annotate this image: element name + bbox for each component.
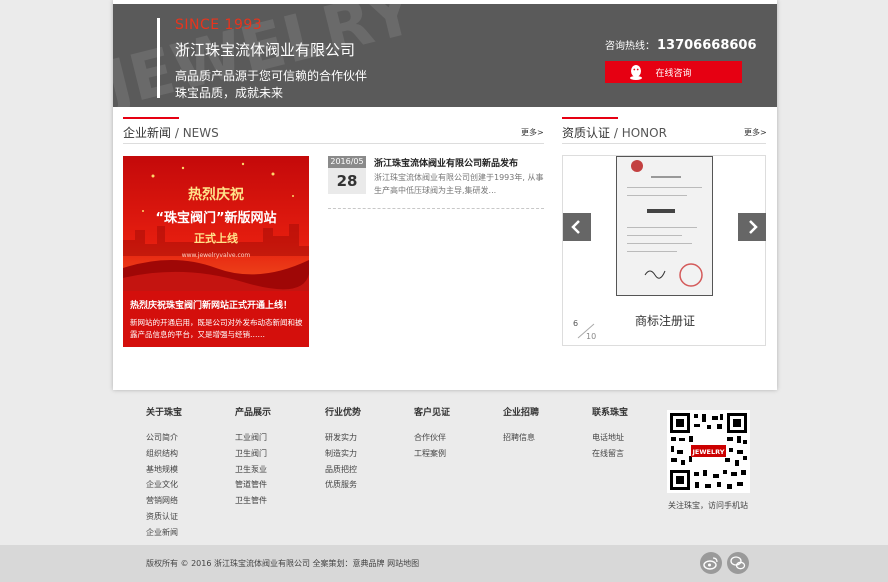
footer-link[interactable]: 在线留言 (592, 446, 628, 462)
company-name: 浙江珠宝流体阀业有限公司 (175, 41, 356, 59)
qq-penguin-icon (630, 65, 642, 80)
news-date-year-month: 2016/05 (328, 156, 366, 168)
slogan-line-1: 高品质产品源于您可信赖的合作伙伴 (175, 69, 368, 83)
footer-link[interactable]: 工业阀门 (235, 430, 271, 446)
slogan-line-2: 珠宝品质，成就未来 (175, 86, 284, 100)
news-item-title[interactable]: 浙江珠宝流体阀业有限公司新品发布 (374, 156, 518, 169)
footer-link[interactable]: 卫生管件 (235, 493, 271, 509)
footer-link[interactable]: 研发实力 (325, 430, 361, 446)
news-banner-graphic: 热烈庆祝 “珠宝阀门”新版网站 正式上线 www.jewelryvalve.co… (123, 162, 309, 291)
footer-link[interactable]: 招聘信息 (503, 430, 539, 446)
news-date-badge: 2016/05 28 (328, 156, 366, 194)
news-more-link[interactable]: 更多> (521, 127, 544, 138)
footer-link[interactable]: 制造实力 (325, 446, 361, 462)
news-item-divider (328, 208, 544, 209)
news-section-title: 企业新闻 / NEWS (123, 117, 219, 141)
footer-heading: 产品展示 (235, 408, 272, 418)
qr-center-label: JEWELRY (692, 448, 725, 456)
news-image-url: www.jewelryvalve.com (182, 252, 251, 259)
footer-link[interactable]: 企业文化 (146, 477, 182, 493)
footer-heading: 行业优势 (325, 408, 362, 418)
footer-link[interactable]: 营销网络 (146, 493, 182, 509)
footer-link[interactable]: 卫生泵业 (235, 462, 271, 478)
footer-link[interactable]: 优质服务 (325, 477, 361, 493)
chevron-right-icon (749, 220, 758, 234)
copyright-text: 版权所有 © 2016 浙江珠宝流体阀业有限公司 全案策划：意典品牌 网站地图 (146, 559, 420, 568)
honor-next-button[interactable] (738, 213, 766, 241)
footer-link[interactable]: 资质认证 (146, 509, 182, 525)
news-image-headline-3: 正式上线 (194, 231, 238, 245)
trademark-certificate-image[interactable] (616, 156, 713, 296)
news-caption-title: 热烈庆祝珠宝阀门新网站正式开通上线！ (130, 301, 293, 311)
honor-title-sep: / (610, 126, 622, 140)
news-image-headline-2: “珠宝阀门”新版网站 (155, 210, 276, 226)
qr-code-graphic: JEWELRY (670, 413, 747, 490)
honor-title-en: HONOR (621, 126, 667, 140)
honor-title-accent (562, 117, 618, 119)
news-title-rule (123, 143, 544, 144)
news-title-cn: 企业新闻 (123, 126, 172, 140)
footer-link[interactable]: 组织结构 (146, 446, 182, 462)
footer-col-clients: 客户见证 合作伙伴 工程案例 (414, 405, 450, 462)
honor-more-link[interactable]: 更多> (744, 127, 767, 138)
footer-col-about: 关于珠宝 公司简介 组织结构 基地规模 企业文化 营销网络 资质认证 企业新闻 (146, 405, 182, 541)
weibo-button[interactable] (700, 552, 722, 574)
footer-heading: 客户见证 (414, 408, 451, 418)
news-title-accent (123, 117, 179, 119)
news-image-headline-1: 热烈庆祝 (188, 186, 244, 203)
footer-col-products: 产品展示 工业阀门 卫生阀门 卫生泵业 管道管件 卫生管件 (235, 405, 271, 509)
qr-code: JEWELRY (667, 410, 750, 493)
chevron-left-icon (571, 220, 580, 234)
news-date-day: 28 (336, 172, 358, 190)
copyright-bar: 版权所有 © 2016 浙江珠宝流体阀业有限公司 全案策划：意典品牌 网站地图 (0, 545, 888, 582)
footer-col-advantages: 行业优势 研发实力 制造实力 品质把控 优质服务 (325, 405, 361, 493)
footer-link[interactable]: 公司简介 (146, 430, 182, 446)
honor-page-total: 10 (586, 332, 597, 341)
certificate-graphic (627, 160, 703, 287)
hotline-number: 13706668606 (657, 38, 757, 53)
footer-heading: 企业招聘 (503, 408, 540, 418)
since-year: SINCE 1993 (175, 17, 263, 33)
header-banner: JEWELRY SINCE 1993 浙江珠宝流体阀业有限公司 高品质产品源于您… (113, 4, 777, 107)
online-consult-button[interactable]: 在线咨询 (605, 61, 742, 83)
footer-link[interactable]: 管道管件 (235, 477, 271, 493)
honor-slider: 6 10 商标注册证 (562, 155, 766, 346)
footer-heading: 关于珠宝 (146, 408, 183, 418)
hotline-label: 咨询热线： (605, 41, 655, 52)
footer-link[interactable]: 电话地址 (592, 430, 628, 446)
honor-prev-button[interactable] (563, 213, 591, 241)
footer-link[interactable]: 品质把控 (325, 462, 361, 478)
footer-link[interactable]: 基地规模 (146, 462, 182, 478)
honor-section-title: 资质认证 / HONOR (562, 117, 667, 141)
honor-title-cn: 资质认证 (562, 126, 611, 140)
qr-caption: 关注珠宝，访问手机站 (668, 501, 748, 510)
footer-col-contact: 联系珠宝 电话地址 在线留言 (592, 405, 628, 462)
hotline: 咨询热线： 13706668606 (605, 37, 757, 53)
news-title-en: NEWS (182, 126, 219, 140)
wechat-icon (730, 556, 746, 570)
news-caption-desc: 新网站的开通启用，既是公司对外发布动态新闻和披露产品信息的平台，又是增强与经销…… (130, 318, 303, 339)
news-title-sep: / (171, 126, 183, 140)
footer-col-careers: 企业招聘 招聘信息 (503, 405, 539, 446)
main-container: JEWELRY SINCE 1993 浙江珠宝流体阀业有限公司 高品质产品源于您… (113, 0, 777, 390)
honor-title-rule (562, 143, 766, 144)
footer-heading: 联系珠宝 (592, 408, 629, 418)
news-item-summary: 浙江珠宝流体阀业有限公司创建于1993年, 从事生产高中低压球阀为主导,集研发.… (374, 173, 544, 195)
weibo-icon (703, 557, 718, 570)
footer-link[interactable]: 工程案例 (414, 446, 450, 462)
wechat-button[interactable] (727, 552, 749, 574)
online-consult-label: 在线咨询 (655, 68, 692, 79)
footer-link[interactable]: 卫生阀门 (235, 446, 271, 462)
honor-caption: 商标注册证 (634, 314, 695, 328)
footer-link[interactable]: 企业新闻 (146, 525, 182, 541)
footer-link[interactable]: 合作伙伴 (414, 430, 450, 446)
banner-divider (157, 18, 160, 98)
news-feature-image[interactable]: 热烈庆祝 “珠宝阀门”新版网站 正式上线 www.jewelryvalve.co… (123, 156, 309, 347)
slogan: 高品质产品源于您可信赖的合作伙伴 珠宝品质，成就未来 (175, 68, 415, 102)
